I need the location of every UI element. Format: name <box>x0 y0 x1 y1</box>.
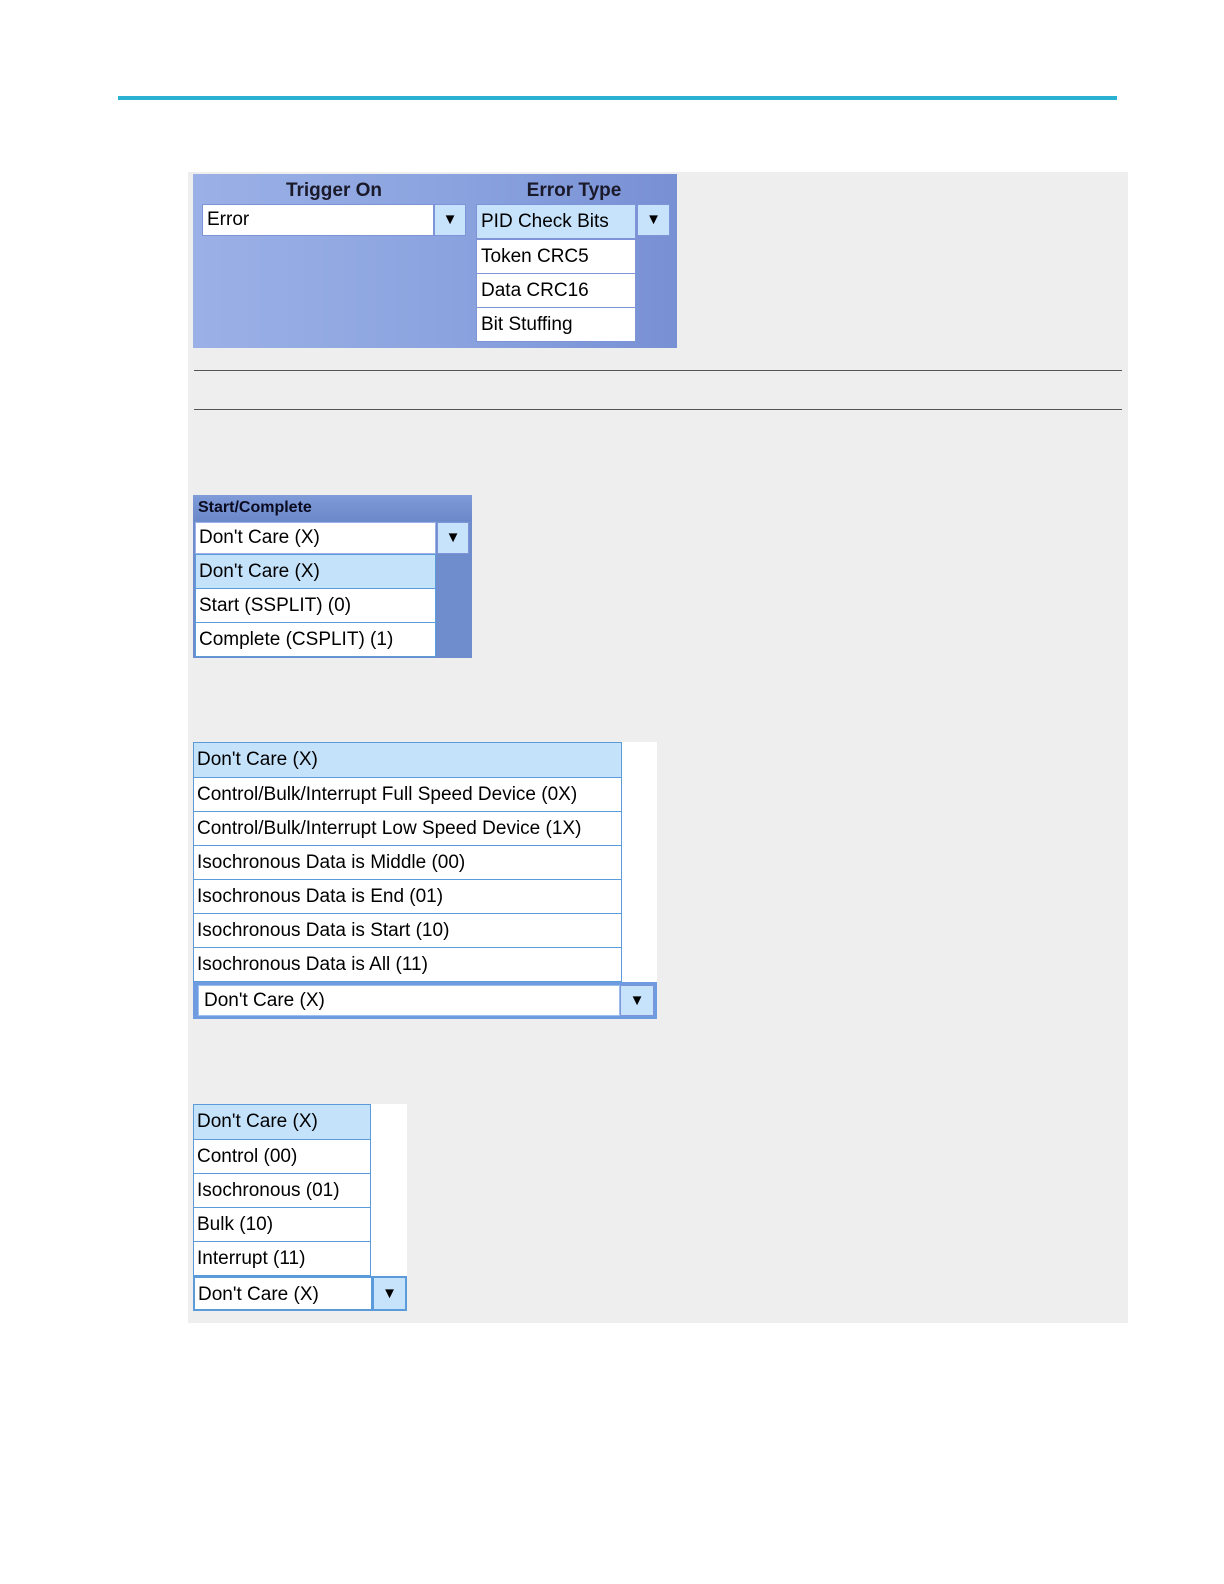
chevron-down-icon: ▼ <box>629 992 645 1009</box>
endpoint-type-option[interactable]: Bulk (10) <box>193 1207 371 1242</box>
trigger-on-select[interactable]: Error <box>202 204 434 236</box>
option-label: Isochronous Data is Start (10) <box>197 920 450 941</box>
speed-option[interactable]: Isochronous Data is End (01) <box>193 879 622 914</box>
error-type-option[interactable]: Token CRC5 <box>476 239 636 274</box>
speed-option[interactable]: Don't Care (X) <box>193 742 622 778</box>
start-complete-dropdown-button[interactable]: ▼ <box>437 522 469 554</box>
option-label: Data CRC16 <box>481 280 589 301</box>
speed-option[interactable]: Isochronous Data is Start (10) <box>193 913 622 948</box>
endpoint-type-option[interactable]: Isochronous (01) <box>193 1173 371 1208</box>
header-rule <box>118 96 1117 100</box>
speed-select-value: Don't Care (X) <box>204 990 325 1011</box>
chevron-down-icon: ▼ <box>445 529 461 546</box>
error-type-header: Error Type <box>526 180 622 201</box>
option-label: Interrupt (11) <box>197 1248 306 1269</box>
divider <box>194 370 1122 371</box>
start-complete-option[interactable]: Start (SSPLIT) (0) <box>195 588 436 623</box>
endpoint-type-value: Don't Care (X) <box>198 1284 319 1305</box>
speed-option[interactable]: Isochronous Data is All (11) <box>193 947 622 982</box>
endpoint-type-select[interactable]: Don't Care (X) <box>193 1276 373 1311</box>
speed-option[interactable]: Isochronous Data is Middle (00) <box>193 845 622 880</box>
option-label: Isochronous Data is All (11) <box>197 954 428 975</box>
error-type-select[interactable]: PID Check Bits <box>476 204 636 239</box>
option-label: Control/Bulk/Interrupt Low Speed Device … <box>197 818 582 839</box>
option-label: Isochronous Data is End (01) <box>197 886 444 907</box>
option-label: Complete (CSPLIT) (1) <box>199 629 394 650</box>
option-label: Bit Stuffing <box>481 314 573 335</box>
chevron-down-icon: ▼ <box>382 1285 397 1302</box>
start-complete-header: Start/Complete <box>193 495 472 521</box>
error-type-dropdown-button[interactable]: ▼ <box>637 204 670 236</box>
trigger-on-dropdown-button[interactable]: ▼ <box>434 204 466 236</box>
error-type-option[interactable]: Data CRC16 <box>476 273 636 308</box>
chevron-down-icon: ▼ <box>646 211 661 228</box>
option-label: Control (00) <box>197 1146 298 1167</box>
endpoint-type-option[interactable]: Don't Care (X) <box>193 1104 371 1140</box>
option-label: Control/Bulk/Interrupt Full Speed Device… <box>197 784 578 805</box>
start-complete-option[interactable]: Don't Care (X) <box>195 554 436 589</box>
option-label: Isochronous (01) <box>197 1180 340 1201</box>
trigger-on-value: Error <box>207 209 250 230</box>
option-label: Bulk (10) <box>197 1214 274 1235</box>
trigger-on-header: Trigger On <box>285 180 383 201</box>
start-complete-option[interactable]: Complete (CSPLIT) (1) <box>195 622 436 657</box>
start-complete-select[interactable]: Don't Care (X) <box>195 522 436 554</box>
option-label: Don't Care (X) <box>197 1111 318 1132</box>
speed-select[interactable]: Don't Care (X) <box>198 985 620 1016</box>
option-label: Token CRC5 <box>481 246 589 267</box>
speed-dropdown-button[interactable]: ▼ <box>620 985 654 1016</box>
endpoint-type-option[interactable]: Control (00) <box>193 1139 371 1174</box>
error-type-option[interactable]: Bit Stuffing <box>476 307 636 342</box>
endpoint-type-dropdown-button[interactable]: ▼ <box>372 1276 407 1311</box>
divider <box>194 409 1122 410</box>
speed-option[interactable]: Control/Bulk/Interrupt Low Speed Device … <box>193 811 622 846</box>
option-label: Isochronous Data is Middle (00) <box>197 852 466 873</box>
option-label: Don't Care (X) <box>199 561 320 582</box>
chevron-down-icon: ▼ <box>442 211 458 228</box>
option-label: Start (SSPLIT) (0) <box>199 595 352 616</box>
endpoint-type-option[interactable]: Interrupt (11) <box>193 1241 371 1276</box>
speed-option[interactable]: Control/Bulk/Interrupt Full Speed Device… <box>193 777 622 812</box>
option-label: Don't Care (X) <box>197 749 318 770</box>
start-complete-value: Don't Care (X) <box>199 527 320 548</box>
error-type-value: PID Check Bits <box>481 211 609 232</box>
